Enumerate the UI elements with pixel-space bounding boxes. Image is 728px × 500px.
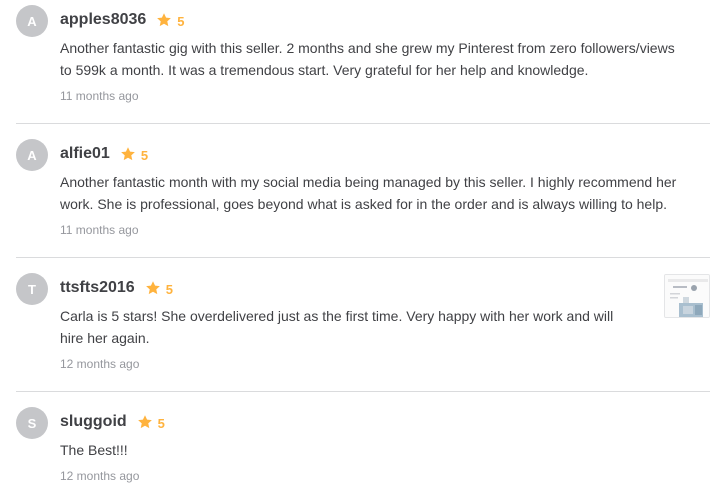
username[interactable]: apples8036 <box>60 11 146 29</box>
avatar-initial: A <box>27 13 37 29</box>
avatar[interactable]: S <box>16 407 48 439</box>
review-text: Another fantastic month with my social m… <box>60 174 677 212</box>
review-header: alfie01 5 <box>60 142 148 166</box>
avatar[interactable]: A <box>16 139 48 171</box>
review-header: sluggoid 5 <box>60 410 165 434</box>
avatar-initial: A <box>27 147 37 163</box>
avatar-initial: T <box>28 281 36 297</box>
review-text: Carla is 5 stars! She overdelivered just… <box>60 308 614 346</box>
star-icon <box>157 13 172 27</box>
star-icon <box>145 281 160 295</box>
username[interactable]: alfie01 <box>60 145 110 163</box>
avatar[interactable]: A <box>16 5 48 37</box>
rating-value: 5 <box>140 147 149 163</box>
review-item: T ttsfts2016 5 Carla is 5 stars! She ove… <box>16 258 710 392</box>
review-time: 11 months ago <box>60 223 139 237</box>
review-list: A apples8036 5 Another fantastic gig wit… <box>16 0 710 500</box>
review-time: 12 months ago <box>60 357 140 371</box>
review-text: Another fantastic gig with this seller. … <box>60 40 675 78</box>
review-item: A apples8036 5 Another fantastic gig wit… <box>16 0 710 124</box>
review-item: A alfie01 5 Another fantastic month with… <box>16 124 710 258</box>
review-time: 12 months ago <box>60 469 140 483</box>
rating-value: 5 <box>157 415 165 431</box>
review-header: apples8036 5 <box>60 8 185 32</box>
review-time: 11 months ago <box>60 89 139 103</box>
attachment-thumbnail[interactable] <box>664 274 710 318</box>
avatar-initial: S <box>27 415 37 431</box>
star-icon <box>120 147 135 161</box>
rating-value: 5 <box>177 13 185 29</box>
rating-value: 5 <box>165 281 173 297</box>
review-item: S sluggoid 5 The Best!!! 12 months ago <box>16 392 710 500</box>
review-text: The Best!!! <box>60 442 128 458</box>
review-header: ttsfts2016 5 <box>60 276 173 300</box>
username[interactable]: sluggoid <box>60 413 127 431</box>
username[interactable]: ttsfts2016 <box>60 279 135 297</box>
avatar[interactable]: T <box>16 273 48 305</box>
screenshot-thumbnail-icon <box>665 275 709 317</box>
star-icon <box>137 415 152 429</box>
